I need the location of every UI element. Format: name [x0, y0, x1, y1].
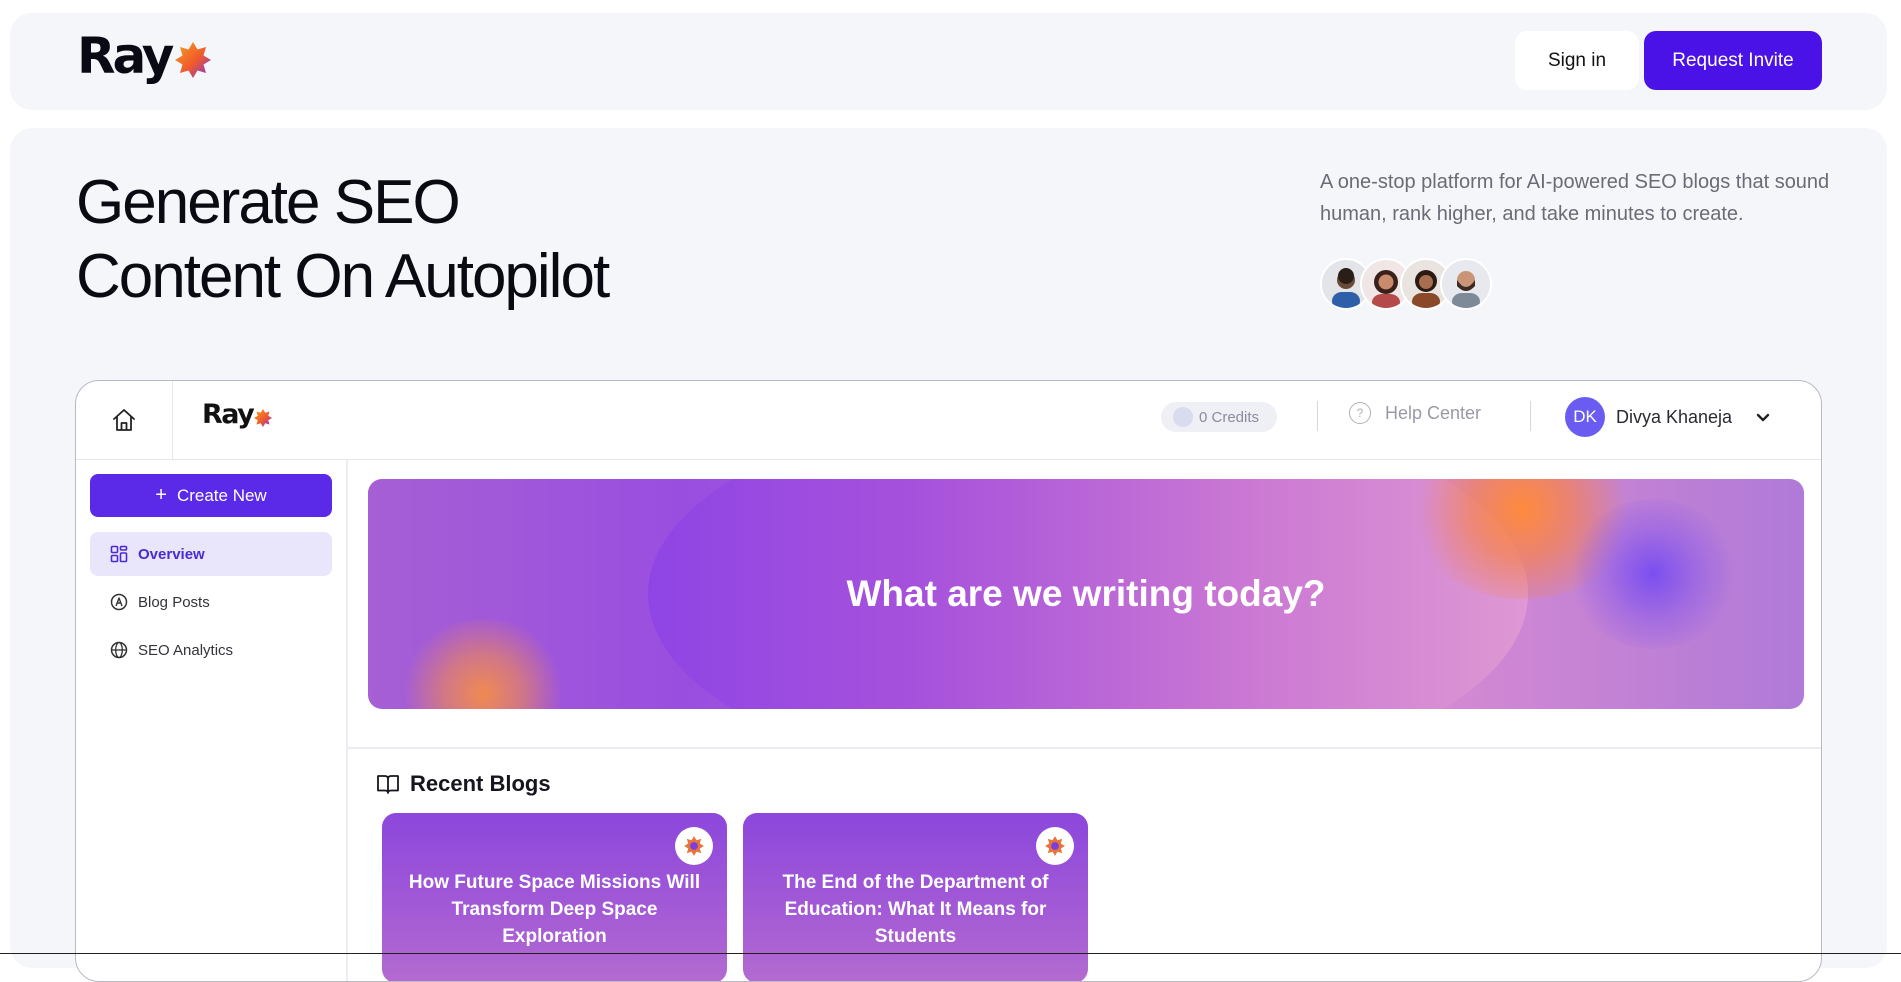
user-menu[interactable]: DK Divya Khaneja [1565, 397, 1772, 437]
logo-star-icon [684, 836, 704, 856]
create-new-label: Create New [176, 485, 267, 505]
credits-label: 0 Credits [1199, 408, 1260, 426]
credits-badge[interactable]: 0 Credits [1161, 402, 1277, 432]
person-avatar-icon [1452, 271, 1480, 308]
header-divider [1530, 401, 1531, 431]
blog-card[interactable]: The End of the Department of Education: … [743, 813, 1088, 981]
blog-card-title: How Future Space Missions Will Transform… [408, 872, 701, 947]
user-avatar: DK [1565, 397, 1605, 437]
app-logo[interactable]: Ray [202, 399, 273, 430]
sidebar-item-label: Blog Posts [138, 593, 210, 611]
recent-blogs-heading: Recent Blogs [376, 771, 551, 797]
top-navbar: Ray Sign in Request Invite [10, 13, 1887, 110]
sidebar-item-overview[interactable]: Overview [90, 532, 332, 576]
brand-logo[interactable]: Ray [77, 31, 213, 81]
sidebar-item-seo-analytics[interactable]: SEO Analytics [90, 628, 332, 672]
sidebar-item-blog-posts[interactable]: Blog Posts [90, 580, 332, 624]
header-divider [1317, 401, 1318, 431]
logo-text: Ray [77, 27, 174, 85]
request-invite-button[interactable]: Request Invite [1644, 31, 1822, 90]
hero-headline: Generate SEO Content On Autopilot [76, 166, 610, 314]
home-button[interactable] [76, 381, 173, 459]
sidebar-item-label: SEO Analytics [138, 641, 234, 659]
app-preview-window: Ray 0 Credits ? Help Center DK Divya Kha… [75, 380, 1822, 982]
app-header: Ray 0 Credits ? Help Center DK Divya Kha… [76, 381, 1821, 460]
chevron-down-icon[interactable] [1754, 408, 1772, 426]
book-open-icon [376, 773, 400, 795]
help-center-label: Help Center [1385, 402, 1482, 423]
hero-tagline: A one-stop platform for AI-powered SEO b… [1320, 171, 1830, 225]
section-divider [348, 747, 1821, 749]
app-sidebar: + Create New Overview Blog Posts SEO Ana… [76, 460, 348, 981]
pen-circle-icon [110, 593, 128, 611]
question-circle-icon: ? [1349, 402, 1371, 424]
card-logo-badge [675, 827, 713, 865]
hero-section: Generate SEO Content On Autopilot A one-… [10, 128, 1887, 982]
logo-star-icon [175, 42, 212, 78]
card-logo-badge [1036, 827, 1074, 865]
blog-card[interactable]: How Future Space Missions Will Transform… [382, 813, 727, 981]
plus-icon: + [155, 484, 167, 506]
user-name: Divya Khaneja [1616, 406, 1733, 427]
credits-coin-icon [1173, 407, 1193, 427]
home-icon [113, 409, 135, 431]
logo-star-icon [254, 408, 273, 427]
grid-icon [110, 545, 128, 563]
create-new-button[interactable]: + Create New [90, 474, 332, 517]
banner-title: What are we writing today? [846, 573, 1326, 614]
headline-line-1: Generate SEO [76, 168, 461, 237]
recent-blogs-label: Recent Blogs [410, 771, 551, 796]
sidebar-item-label: Overview [138, 545, 205, 563]
welcome-banner[interactable]: What are we writing today? [368, 479, 1804, 709]
sign-in-button[interactable]: Sign in [1515, 31, 1639, 90]
app-logo-text: Ray [202, 399, 255, 430]
avatar [1440, 258, 1492, 310]
headline-line-2: Content On Autopilot [76, 242, 610, 311]
logo-star-icon [1045, 836, 1065, 856]
globe-icon [110, 641, 128, 659]
avatar-group [1320, 258, 1492, 310]
help-center-link[interactable]: ? Help Center [1349, 402, 1481, 424]
blog-card-title: The End of the Department of Education: … [782, 872, 1049, 947]
